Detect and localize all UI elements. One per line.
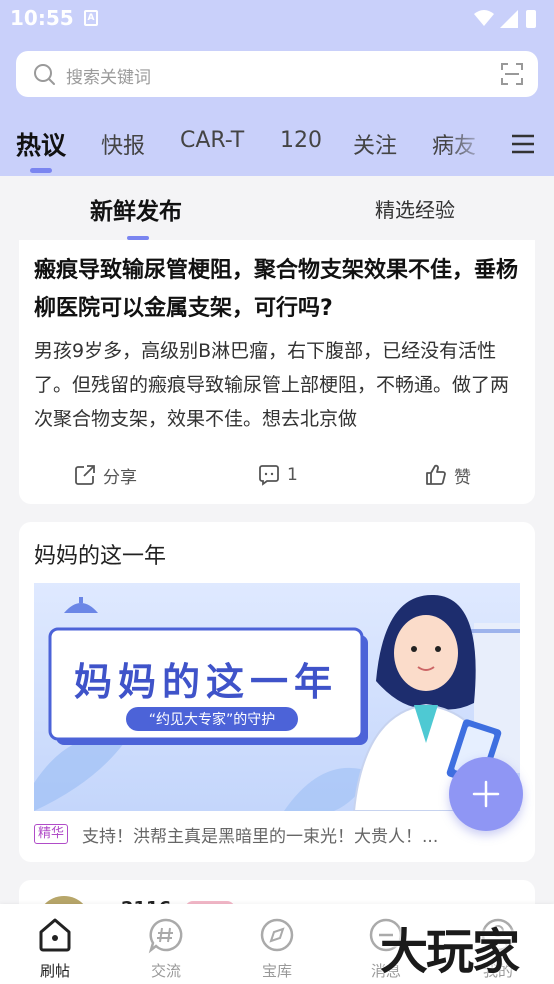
notification-icon: A	[84, 10, 98, 26]
like-label: 赞	[454, 467, 471, 488]
compass-icon	[260, 918, 294, 952]
excerpt-text: 支持！洪帮主真是黑暗里的一束光！大贵人！...	[82, 826, 439, 847]
comment-icon	[259, 465, 279, 486]
banner-title: 妈妈的这一年	[74, 660, 338, 704]
system-status-icons	[474, 10, 536, 28]
status-bar: 10:55 A	[0, 0, 554, 38]
nav-library[interactable]: 宝库	[237, 916, 317, 980]
comment-button[interactable]: 1	[257, 460, 298, 490]
nav-community[interactable]: 交流	[126, 916, 206, 980]
menu-icon[interactable]	[510, 132, 536, 156]
tabs-fade	[446, 118, 490, 176]
tab-indicator	[30, 168, 52, 173]
signal-icon	[500, 10, 518, 28]
nav-label: 刷帖	[39, 962, 70, 980]
post-banner-image[interactable]: 妈妈的这一年 “约见大专家”的守护	[34, 583, 520, 811]
watermark: 大玩家	[380, 924, 520, 980]
header: 10:55 A 搜索关键词 热议 快报 CAR-T 120 关注 病友	[0, 0, 554, 176]
banner-subtitle: “约见大专家”的守护	[149, 711, 276, 728]
subtab-featured[interactable]: 精选经验	[375, 194, 455, 223]
scan-icon[interactable]	[500, 62, 524, 86]
post-actions: 分享 1 赞	[19, 460, 535, 490]
comment-count: 1	[287, 465, 298, 485]
hashtag-bubble-icon	[148, 918, 183, 954]
search-bar[interactable]: 搜索关键词	[16, 51, 538, 97]
like-button[interactable]: 赞	[424, 460, 471, 490]
share-label: 分享	[103, 467, 137, 488]
nav-label: 交流	[150, 962, 181, 980]
search-icon	[34, 64, 55, 85]
tab-120[interactable]: 120	[280, 128, 322, 153]
post-title: 瘢痕导致输尿管梗阻，聚合物支架效果不佳，垂杨柳医院可以金属支架，可行吗?	[34, 258, 519, 321]
featured-badge: 精华	[34, 824, 69, 844]
tab-news[interactable]: 快报	[101, 128, 145, 160]
search-input[interactable]: 搜索关键词	[66, 63, 151, 88]
share-icon	[75, 465, 95, 485]
subtab-fresh[interactable]: 新鲜发布	[90, 192, 182, 226]
share-button[interactable]: 分享	[73, 460, 137, 490]
category-tabs: 热议 快报 CAR-T 120 关注 病友	[0, 118, 554, 176]
plus-icon	[472, 780, 500, 808]
post-body: 男孩9岁多，高级别B淋巴瘤，右下腹部，已经没有活性了。但残留的瘢痕导致输尿管上部…	[34, 340, 510, 430]
post-card[interactable]: 瘢痕导致输尿管梗阻，聚合物支架效果不佳，垂杨柳医院可以金属支架，可行吗? 男孩9…	[19, 240, 535, 504]
thumbs-up-icon	[426, 464, 446, 485]
post-title: 妈妈的这一年	[34, 544, 167, 569]
wifi-icon	[474, 10, 494, 26]
nav-label: 宝库	[261, 962, 292, 980]
battery-icon	[526, 10, 536, 28]
feed-subtabs: 新鲜发布 精选经验	[0, 176, 554, 242]
home-icon	[39, 918, 71, 952]
nav-feed[interactable]: 刷帖	[15, 916, 95, 980]
post-excerpt: 精华 支持！洪帮主真是黑暗里的一束光！大贵人！...	[34, 822, 520, 847]
status-time: 10:55	[10, 6, 74, 30]
tab-follow[interactable]: 关注	[353, 128, 397, 160]
tab-car-t[interactable]: CAR-T	[180, 128, 244, 153]
tab-hot[interactable]: 热议	[16, 126, 66, 162]
new-post-button[interactable]	[449, 757, 523, 831]
